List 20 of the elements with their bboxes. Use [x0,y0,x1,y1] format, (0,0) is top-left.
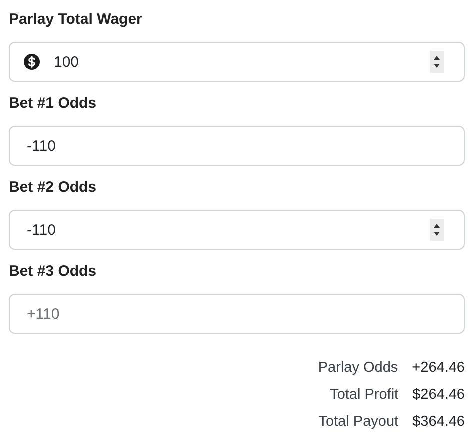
result-label: Total Profit [330,386,399,402]
stepper-icon[interactable] [430,219,444,241]
result-label: Total Payout [318,414,399,430]
field-label: Bet #1 Odds [9,94,98,114]
field-label: Bet #2 Odds [9,178,98,198]
field-label: Bet #3 Odds [9,262,98,282]
field-text[interactable]: +110 [27,306,444,322]
input-field[interactable]: -110 [9,210,465,250]
input-field[interactable]: -110 [9,126,465,166]
result-value: $264.46 [412,386,465,402]
stepper-icon[interactable] [430,51,444,73]
input-field[interactable]: 100 [9,42,465,82]
result-value: $364.46 [412,414,465,430]
result-label: Parlay Odds [318,360,398,376]
field-label: Parlay Total Wager [9,10,144,30]
field-text[interactable]: 100 [54,54,430,70]
result-value: +264.46 [412,360,465,376]
input-field[interactable]: +110 [9,294,465,334]
field-text[interactable]: -110 [27,138,444,154]
field-text[interactable]: -110 [27,222,430,238]
